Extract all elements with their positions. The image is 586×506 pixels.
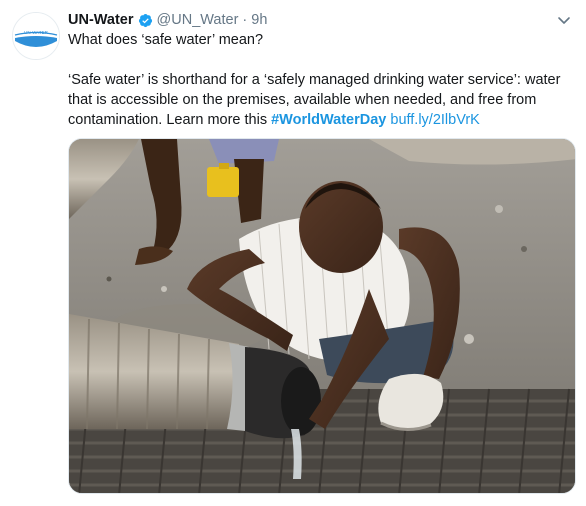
user-handle[interactable]: @UN_Water bbox=[157, 12, 239, 28]
chevron-down-icon[interactable] bbox=[556, 12, 572, 28]
tweet-photo[interactable] bbox=[68, 138, 576, 494]
tweet-card[interactable]: UN-WATER UN-Water @UN_Water · 9h What do… bbox=[0, 0, 586, 506]
header-separator: · bbox=[242, 12, 248, 28]
tweet-text: What does ‘safe water’ mean? ‘Safe water… bbox=[68, 30, 573, 130]
hashtag-link[interactable]: #WorldWaterDay bbox=[271, 112, 386, 128]
tweet-timestamp[interactable]: 9h bbox=[251, 12, 267, 28]
display-name[interactable]: UN-Water bbox=[68, 12, 134, 28]
tweet-paragraph-1: What does ‘safe water’ mean? bbox=[68, 32, 264, 48]
avatar[interactable]: UN-WATER bbox=[12, 12, 60, 60]
tweet-header: UN-Water @UN_Water · 9h bbox=[68, 10, 267, 30]
un-water-logo: UN-WATER bbox=[13, 13, 59, 59]
tweet-paragraph-2: ‘Safe water’ is shorthand for a ‘safely … bbox=[68, 70, 573, 130]
boy-drinking-from-hose-photo bbox=[69, 139, 575, 493]
avatar-logo-text: UN-WATER bbox=[24, 30, 48, 35]
verified-badge-icon bbox=[138, 13, 153, 28]
short-url-link[interactable]: buff.ly/2IlbVrK bbox=[390, 112, 479, 128]
